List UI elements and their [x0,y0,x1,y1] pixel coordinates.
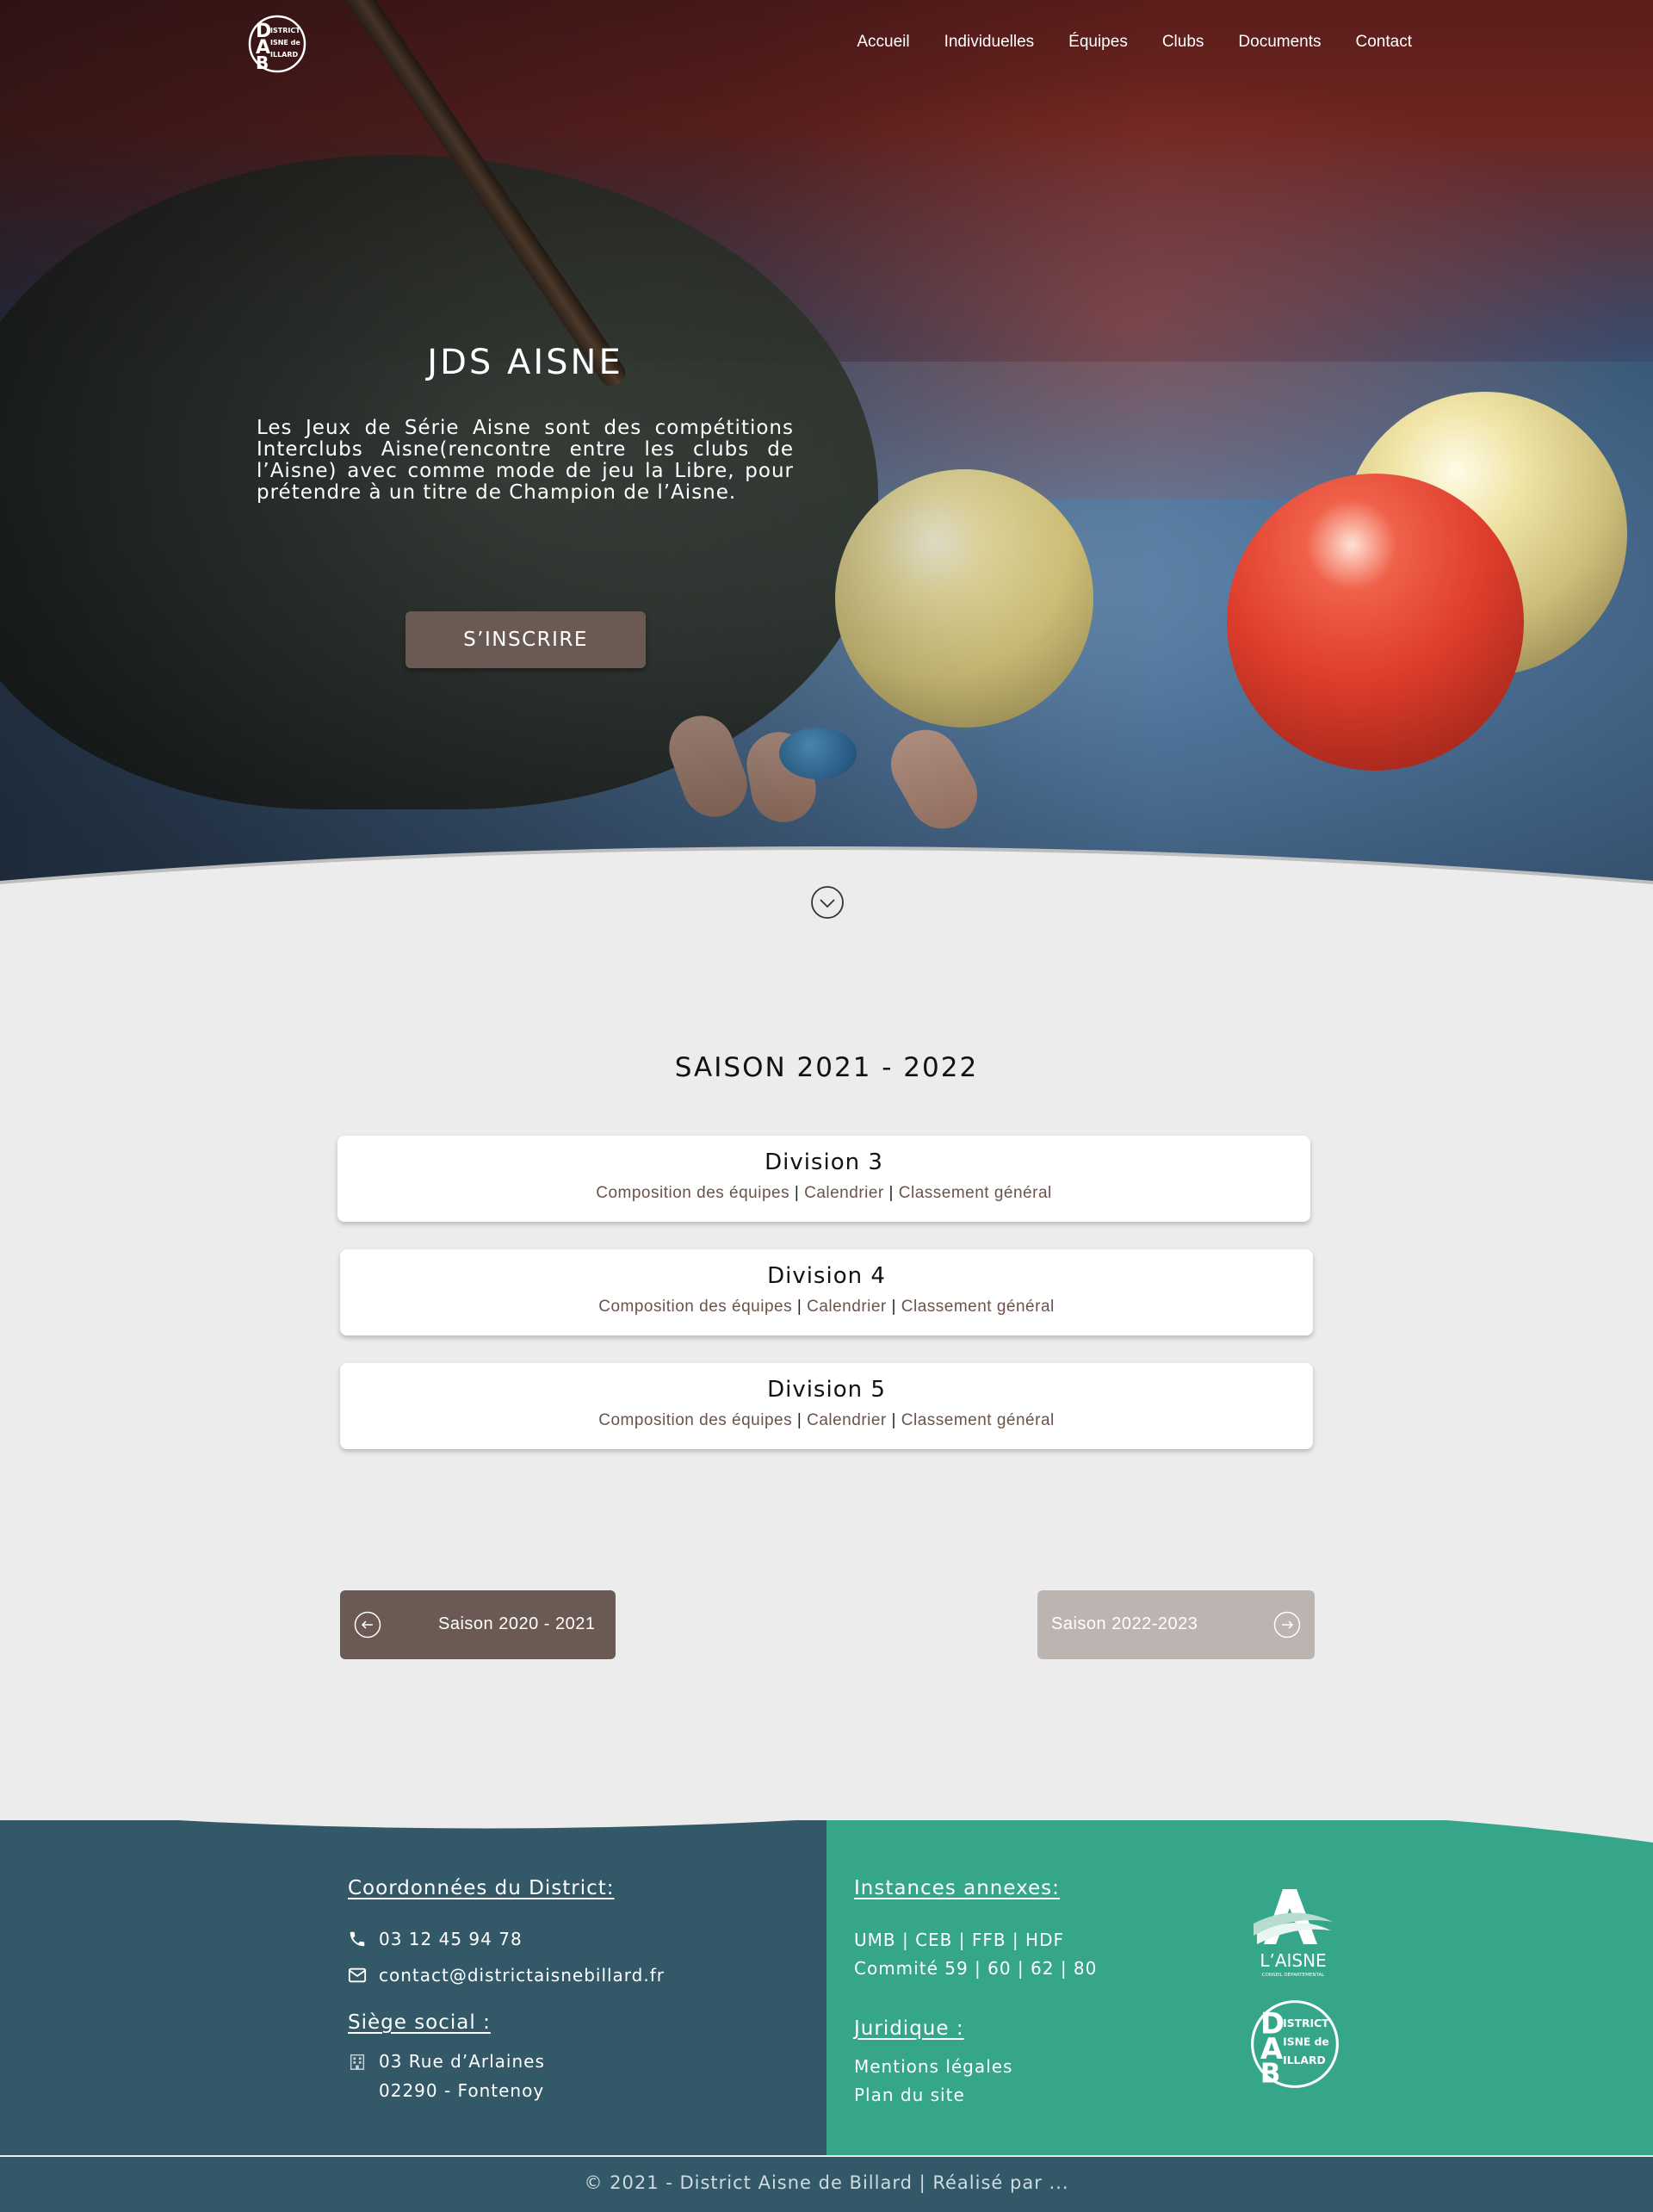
aisne-logo-text: L’AISNE [1260,1950,1326,1971]
svg-text:B: B [256,53,269,73]
hero-overlay [0,0,1653,904]
mail-icon [348,1967,367,1983]
footer-top-wave [0,1791,1653,1843]
siege-title: Siège social : [348,2011,491,2034]
plan-du-site-link[interactable]: Plan du site [854,2085,965,2105]
nav-menu: Accueil Individuelles Équipes Clubs Docu… [857,33,1412,52]
division-name: Division 4 [767,1263,886,1289]
link-separator: | [796,1411,802,1429]
division-links: Composition des équipes | Calendrier | C… [340,1411,1313,1430]
link-separator: | [796,1298,802,1316]
svg-text:ISNE de: ISNE de [270,39,300,46]
coordinates-title: Coordonnées du District: [348,1877,615,1899]
nav-item-equipes[interactable]: Équipes [1068,33,1128,52]
link-separator: | [891,1411,896,1429]
composition-link[interactable]: Composition des équipes [598,1298,792,1316]
arrow-right-icon [1273,1611,1301,1639]
phone-number: 03 12 45 94 78 [379,1929,523,1949]
classement-link[interactable]: Classement général [901,1298,1055,1316]
nav-item-documents[interactable]: Documents [1238,33,1321,52]
division-card-3: Division 3 Composition des équipes | Cal… [337,1136,1310,1222]
hero-description: Les Jeux de Série Aisne sont des compéti… [257,417,794,504]
aisne-department-logo-icon[interactable]: L’AISNE CONSEIL DÉPARTEMENTAL [1248,1884,1338,1980]
division-links: Composition des équipes | Calendrier | C… [340,1298,1313,1317]
instances-line-2[interactable]: Commité 59 | 60 | 62 | 80 [854,1958,1097,1979]
link-separator: | [891,1298,896,1316]
svg-text:ILLARD: ILLARD [1283,2054,1326,2066]
district-logo-icon[interactable]: D A B ISTRICT ISNE de ILLARD [247,14,307,74]
link-separator: | [794,1184,800,1202]
nav-item-individuelles[interactable]: Individuelles [944,33,1035,52]
svg-text:B: B [1260,2059,1281,2090]
composition-link[interactable]: Composition des équipes [596,1184,789,1202]
calendrier-link[interactable]: Calendrier [807,1298,887,1316]
building-icon [350,2054,365,2070]
address-line-2: 02290 - Fontenoy [379,2080,545,2101]
division-links: Composition des équipes | Calendrier | C… [337,1184,1310,1203]
aisne-logo-subtext: CONSEIL DÉPARTEMENTAL [1262,1971,1325,1978]
division-name: Division 5 [767,1377,886,1403]
division-card-4: Division 4 Composition des équipes | Cal… [340,1249,1313,1335]
nav-item-accueil[interactable]: Accueil [857,33,909,52]
arrow-left-icon [354,1611,381,1639]
address-line-1: 03 Rue d’Arlaines [379,2051,545,2072]
footer-bottom-bar: © 2021 - District Aisne de Billard | Réa… [0,2155,1653,2212]
scroll-down-chevron-icon[interactable] [810,885,845,920]
next-season-label: Saison 2022-2023 [1051,1614,1198,1633]
svg-text:ISNE de: ISNE de [1283,2036,1329,2048]
calendrier-link[interactable]: Calendrier [807,1411,887,1429]
previous-season-button[interactable]: Saison 2020 - 2021 [340,1590,616,1659]
nav-item-clubs[interactable]: Clubs [1162,33,1204,52]
svg-text:ILLARD: ILLARD [270,51,299,59]
next-season-button[interactable]: Saison 2022-2023 [1037,1590,1315,1659]
district-footer-logo-icon[interactable]: D A B ISTRICT ISNE de ILLARD [1248,1998,1341,2091]
division-name: Division 3 [765,1149,883,1175]
svg-text:ISTRICT: ISTRICT [1283,2017,1329,2029]
hero-section [0,0,1653,904]
classement-link[interactable]: Classement général [899,1184,1052,1202]
email-link[interactable]: contact@districtaisnebillard.fr [379,1965,665,1986]
instances-line-1[interactable]: UMB | CEB | FFB | HDF [854,1930,1064,1950]
mentions-legales-link[interactable]: Mentions légales [854,2056,1012,2077]
season-title: SAISON 2021 - 2022 [674,1052,979,1083]
register-button[interactable]: S’INSCRIRE [406,611,646,668]
hero-title: JDS AISNE [427,343,623,382]
previous-season-label: Saison 2020 - 2021 [438,1614,596,1633]
classement-link[interactable]: Classement général [901,1411,1055,1429]
copyright-text: © 2021 - District Aisne de Billard | Réa… [584,2172,1069,2193]
calendrier-link[interactable]: Calendrier [804,1184,884,1202]
link-separator: | [888,1184,894,1202]
svg-text:ISTRICT: ISTRICT [270,27,300,34]
nav-item-contact[interactable]: Contact [1356,33,1412,52]
division-card-5: Division 5 Composition des équipes | Cal… [340,1363,1313,1449]
composition-link[interactable]: Composition des équipes [598,1411,792,1429]
juridique-title: Juridique : [854,2017,964,2040]
instances-title: Instances annexes: [854,1877,1060,1899]
top-navigation: D A B ISTRICT ISNE de ILLARD Accueil Ind… [0,0,1653,86]
phone-icon [350,1931,365,1947]
